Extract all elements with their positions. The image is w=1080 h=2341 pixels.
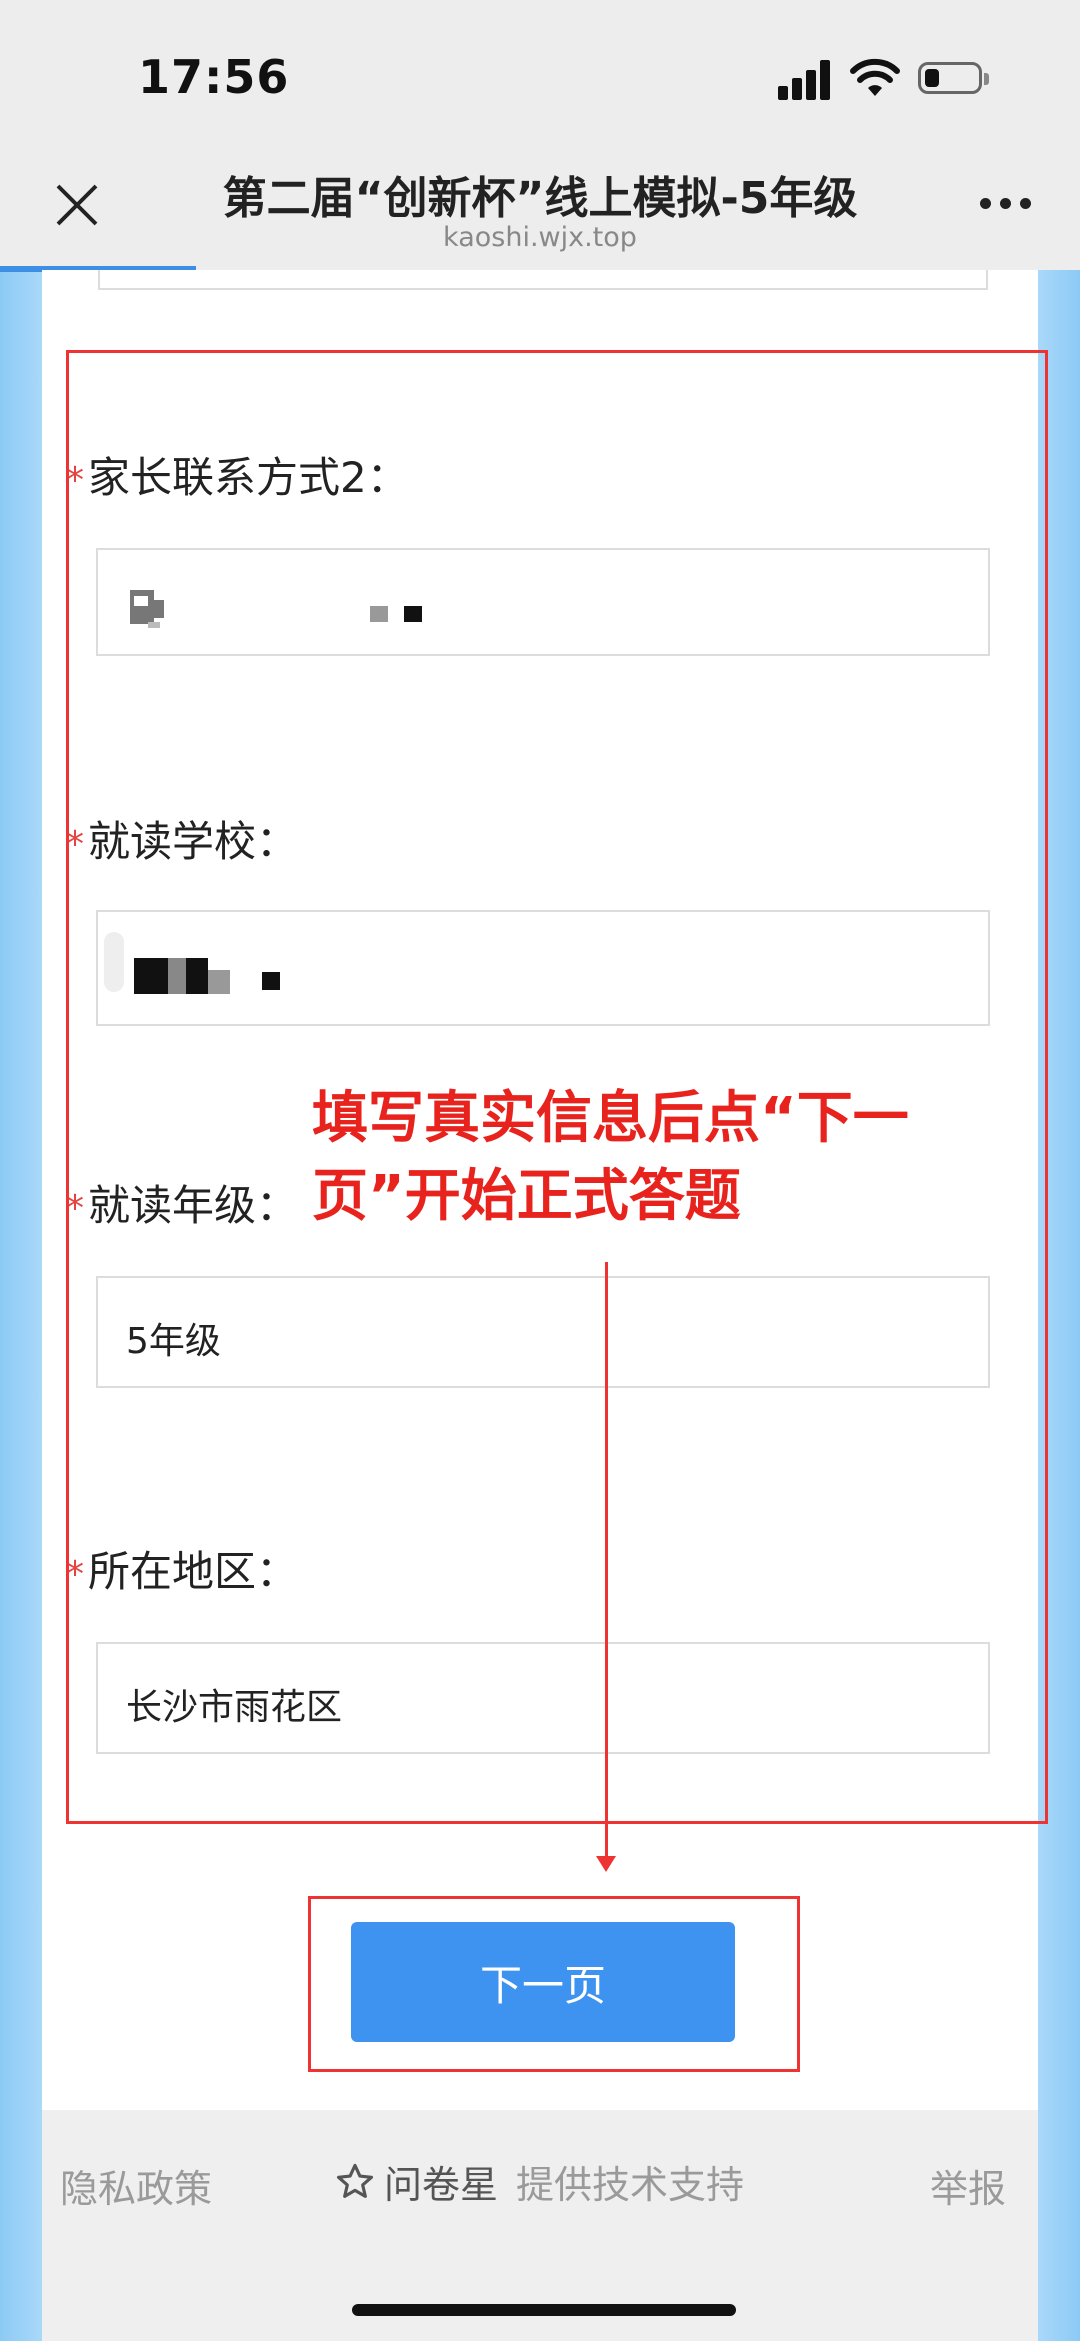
wifi-icon [850, 58, 900, 96]
top-bar: 17:56 第二届“创新杯”线上模拟-5年级 kaoshi.wjx.top [0, 0, 1080, 272]
previous-input-edge [98, 270, 988, 290]
star-icon [336, 2163, 374, 2198]
more-icon[interactable] [980, 198, 1032, 212]
annotation-arrow-head [596, 1856, 616, 1872]
report-link[interactable]: 举报 [930, 2158, 1006, 2213]
annotation-text: 填写真实信息后点“下一 页”开始正式答题 [312, 1080, 1012, 1236]
support-text: 提供技术支持 [516, 2163, 745, 2207]
brand-name[interactable]: 问卷星 [384, 2154, 498, 2209]
home-indicator[interactable] [352, 2304, 736, 2316]
privacy-policy-link[interactable]: 隐私政策 [60, 2158, 212, 2213]
page-title: 第二届“创新杯”线上模拟-5年级 [222, 173, 858, 224]
annotation-line-1: 填写真实信息后点“下一 [312, 1086, 909, 1151]
status-time: 17:56 [138, 50, 290, 104]
annotation-line-2: 页”开始正式答题 [312, 1164, 741, 1229]
next-page-button[interactable]: 下一页 [351, 1922, 735, 2042]
page-domain: kaoshi.wjx.top [443, 222, 637, 253]
footer-brand: 问卷星 提供技术支持 [334, 2154, 744, 2209]
battery-icon [918, 62, 989, 94]
annotation-arrow [605, 1262, 608, 1862]
cellular-signal-icon [778, 58, 836, 100]
close-icon[interactable] [52, 180, 102, 230]
